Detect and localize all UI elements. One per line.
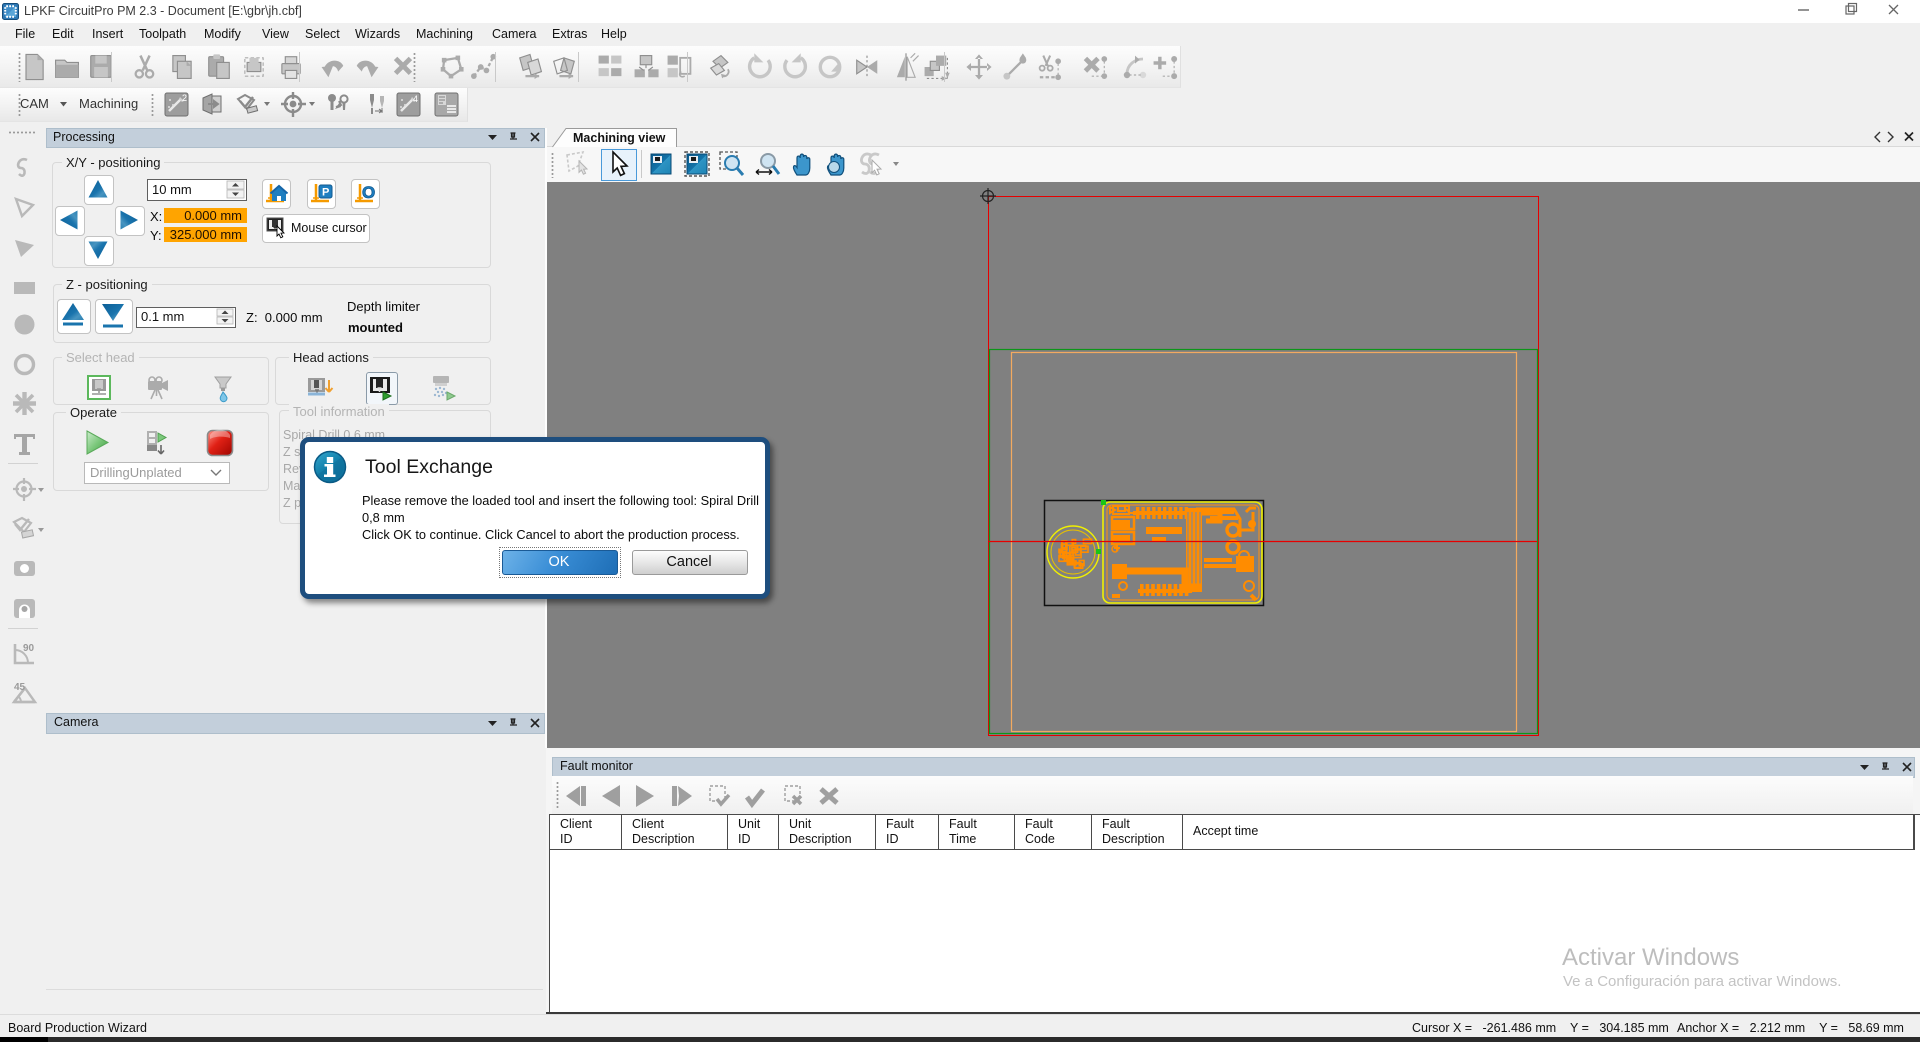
svg-text:45: 45 [14,682,26,693]
svg-text:4: 4 [413,94,418,104]
svg-text:90: 90 [23,643,35,654]
svg-text:O: O [362,183,375,202]
svg-text:P: P [322,187,329,199]
svg-text:2: 2 [182,93,187,103]
